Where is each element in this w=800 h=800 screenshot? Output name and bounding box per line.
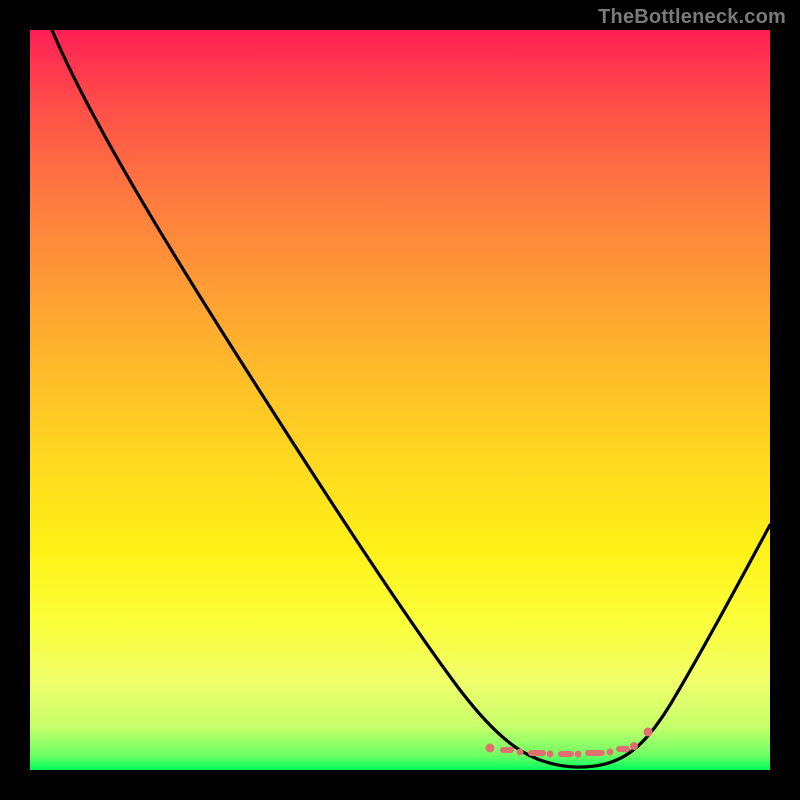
chart-frame: TheBottleneck.com [0,0,800,800]
curve-layer [30,30,770,770]
plot-area [30,30,770,770]
bottleneck-curve [52,30,770,767]
watermark-text: TheBottleneck.com [598,6,786,29]
